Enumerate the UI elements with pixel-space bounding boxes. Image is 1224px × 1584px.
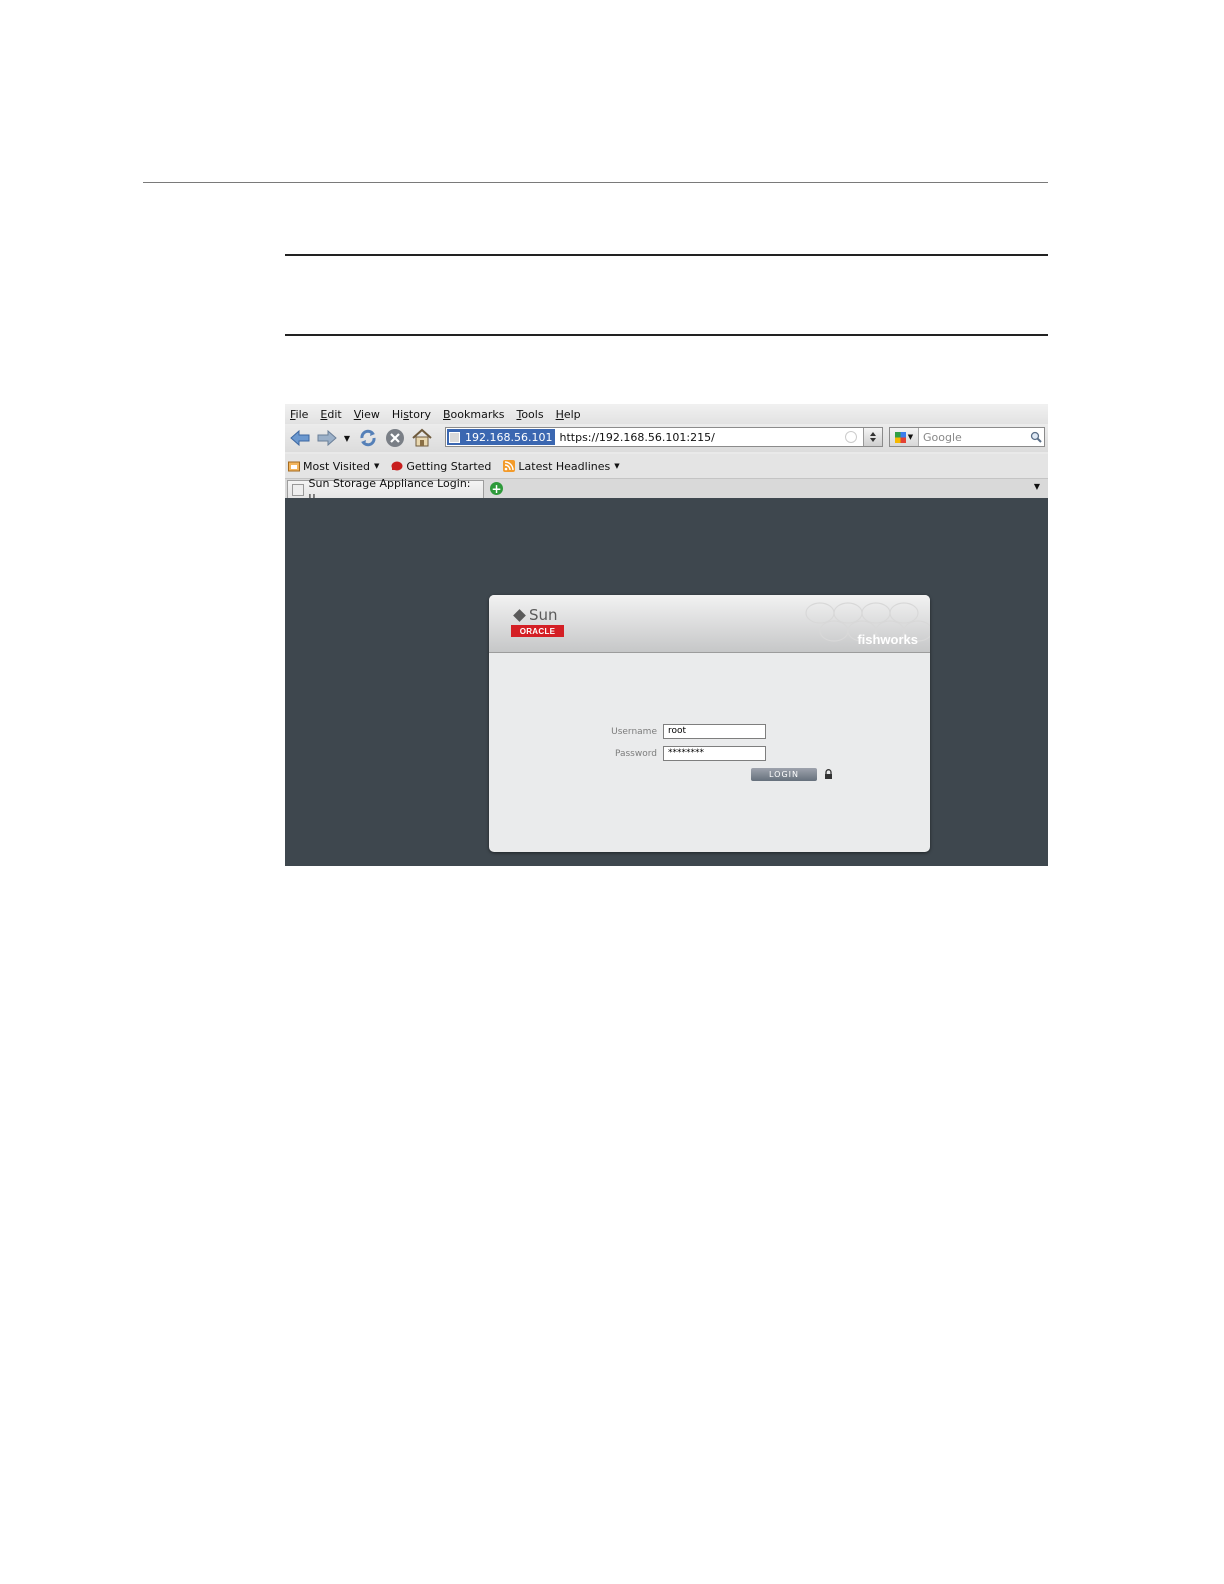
stop-icon: [386, 429, 404, 447]
reload-button[interactable]: [356, 427, 380, 449]
chevron-down-icon: ▼: [373, 462, 380, 470]
history-dropdown-icon[interactable]: ▼: [342, 434, 352, 443]
menu-help[interactable]: Help: [556, 408, 581, 421]
getting-started-icon: [391, 461, 403, 471]
sun-diamond-icon: [513, 608, 526, 622]
search-engine-button[interactable]: ▼: [890, 428, 919, 446]
chevron-down-icon: ▼: [614, 462, 620, 470]
tab-sun-storage-login[interactable]: Sun Storage Appliance Login: u...: [287, 477, 484, 503]
most-visited-icon: [288, 461, 300, 472]
note-rule-bottom: [285, 334, 1048, 336]
engine-dropdown-icon: ▼: [907, 433, 914, 441]
oracle-logo: ORACLE: [511, 625, 564, 637]
password-label: Password: [614, 748, 657, 759]
header-rule: [143, 182, 1048, 183]
url-history-dropdown-button[interactable]: [863, 428, 882, 446]
login-button[interactable]: LOGIN: [751, 768, 817, 781]
url-text[interactable]: https://192.168.56.101:215/: [559, 431, 845, 444]
menu-bookmarks[interactable]: Bookmarks: [443, 408, 504, 421]
menu-file[interactable]: File: [290, 408, 308, 421]
login-panel-header: Sun ORACLE fishworks: [489, 595, 930, 653]
tab-favicon-icon: [292, 484, 304, 496]
back-button[interactable]: [288, 427, 312, 449]
back-arrow-icon: [290, 429, 310, 447]
search-box[interactable]: ▼ Google: [889, 427, 1045, 447]
menu-bar: File Edit View History Bookmarks Tools H…: [285, 404, 1048, 424]
home-button[interactable]: [410, 427, 434, 449]
menu-history[interactable]: History: [392, 408, 431, 421]
google-icon: [894, 431, 906, 443]
fishworks-logo: fishworks: [857, 632, 918, 647]
username-row: Username root: [597, 724, 766, 739]
browser-window-screenshot: File Edit View History Bookmarks Tools H…: [285, 404, 1048, 866]
home-icon: [412, 428, 432, 447]
bookmark-star-icon[interactable]: [845, 431, 857, 443]
rss-icon: [503, 460, 516, 472]
search-icon[interactable]: [1028, 431, 1044, 443]
page-content: Sun ORACLE fishworks Username root Passw…: [285, 498, 1048, 866]
menu-edit[interactable]: Edit: [320, 408, 341, 421]
navigation-toolbar: ▼ 192.168.56.101 https://192.168.56.101:…: [285, 424, 1048, 452]
sun-logo: Sun: [513, 606, 558, 624]
up-down-arrows-icon: [870, 432, 876, 442]
username-label: Username: [611, 726, 657, 737]
menu-tools[interactable]: Tools: [516, 408, 543, 421]
username-input[interactable]: root: [663, 724, 766, 739]
bookmark-getting-started[interactable]: Getting Started: [391, 460, 491, 473]
site-favicon-icon: [449, 431, 460, 443]
lock-icon: [825, 769, 832, 779]
stop-button[interactable]: [383, 427, 407, 449]
bookmark-most-visited[interactable]: Most Visited ▼: [288, 460, 379, 473]
password-input[interactable]: ********: [663, 746, 766, 761]
forward-arrow-icon: [317, 429, 337, 447]
menu-view[interactable]: View: [354, 408, 380, 421]
bookmarks-toolbar: Most Visited ▼ Getting Started Latest He…: [285, 454, 1048, 478]
url-bar[interactable]: 192.168.56.101 https://192.168.56.101:21…: [445, 427, 883, 447]
password-row: Password ********: [597, 746, 766, 761]
bookmark-latest-headlines[interactable]: Latest Headlines ▼: [503, 460, 620, 473]
note-rule-top: [285, 254, 1048, 256]
search-input[interactable]: Google: [919, 431, 1028, 444]
tab-list-dropdown-icon[interactable]: ▼: [1034, 482, 1040, 491]
tab-bar: Sun Storage Appliance Login: u... + ▼: [285, 477, 1048, 503]
forward-button[interactable]: [315, 427, 339, 449]
new-tab-plus-icon[interactable]: +: [490, 482, 503, 495]
site-identity-button[interactable]: 192.168.56.101: [447, 429, 556, 445]
login-panel: Sun ORACLE fishworks Username root Passw…: [489, 595, 930, 852]
reload-icon: [360, 429, 376, 447]
site-identity-text: 192.168.56.101: [465, 430, 553, 444]
